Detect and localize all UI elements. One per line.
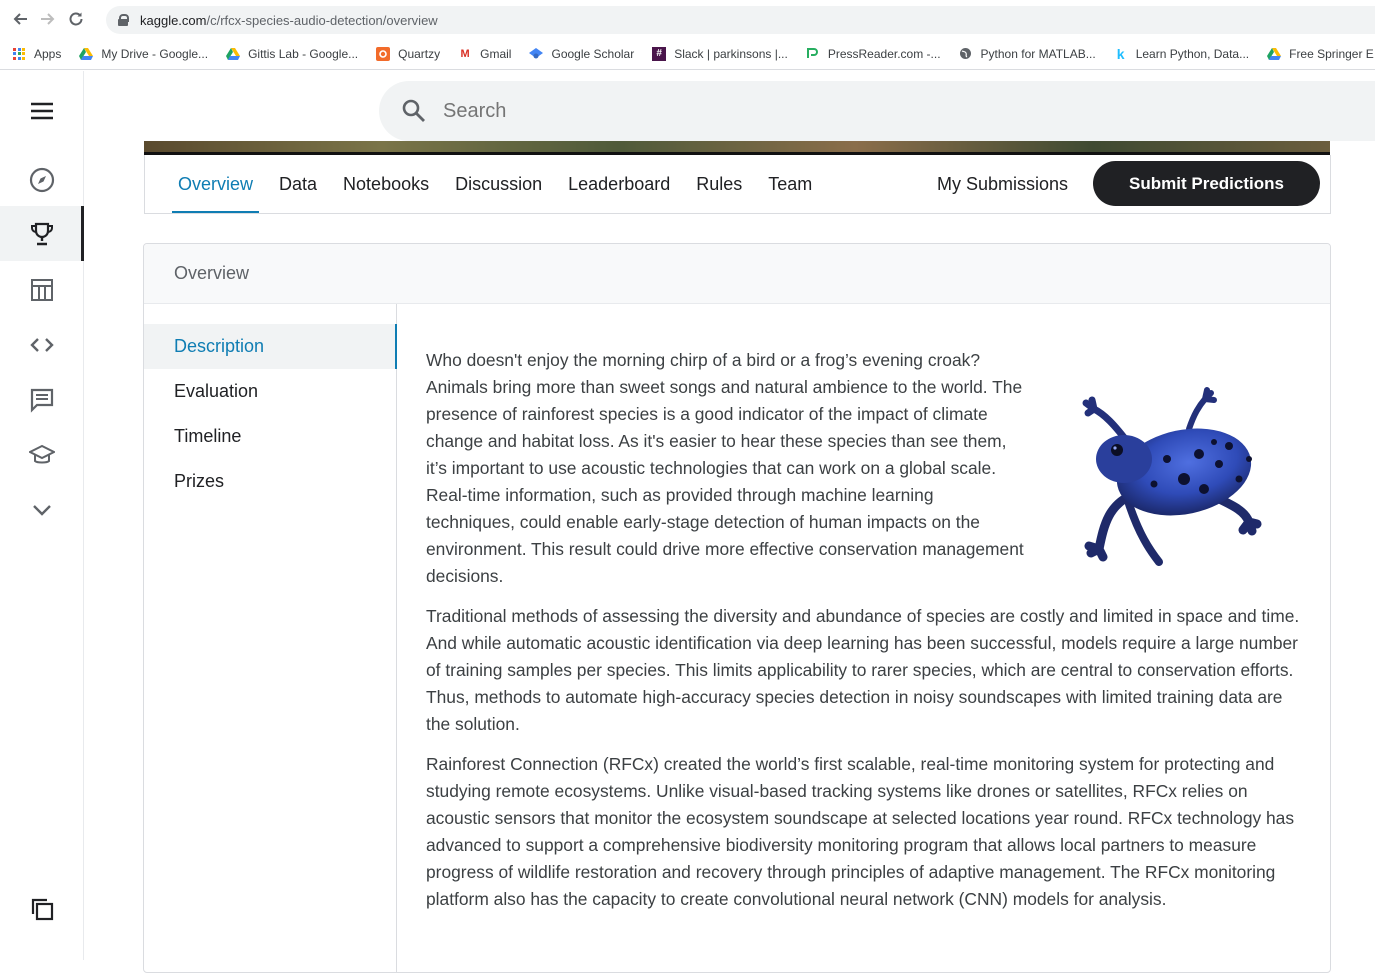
- pressreader-icon: [806, 47, 820, 61]
- tab-leaderboard[interactable]: Leaderboard: [562, 155, 676, 213]
- description-paragraph: Who doesn't enjoy the morning chirp of a…: [426, 350, 1024, 586]
- submit-predictions-button[interactable]: Submit Predictions: [1093, 161, 1320, 206]
- bookmark-gittis-lab[interactable]: Gittis Lab - Google...: [226, 47, 358, 61]
- bookmarks-bar: Apps My Drive - Google... Gittis Lab - G…: [0, 38, 1375, 70]
- scholar-icon: [529, 47, 544, 61]
- hamburger-menu-icon: [31, 102, 53, 119]
- slack-icon: #: [652, 46, 667, 61]
- competition-tabs: Overview Data Notebooks Discussion Leade…: [144, 155, 1331, 214]
- bookmark-slack[interactable]: # Slack | parkinsons |...: [652, 46, 788, 61]
- tab-overview[interactable]: Overview: [172, 155, 260, 213]
- kaggle-k-icon: k: [1116, 45, 1125, 62]
- copy-windows-icon: [31, 898, 54, 920]
- my-submissions-link[interactable]: My Submissions: [937, 155, 1068, 213]
- bookmark-pressreader[interactable]: PressReader.com -...: [806, 47, 941, 61]
- bookmark-my-drive[interactable]: My Drive - Google...: [79, 47, 208, 61]
- google-drive-icon: [226, 47, 241, 61]
- trophy-icon: [31, 222, 53, 245]
- nav-datasets[interactable]: [0, 262, 84, 317]
- reload-icon[interactable]: [62, 5, 90, 33]
- compass-icon: [29, 167, 55, 192]
- bookmark-quartzy[interactable]: Quartzy: [376, 46, 440, 61]
- nav-courses[interactable]: [0, 427, 84, 482]
- side-nav-evaluation[interactable]: Evaluation: [144, 369, 396, 414]
- google-drive-icon: [79, 47, 94, 61]
- side-nav-prizes[interactable]: Prizes: [144, 459, 396, 504]
- table-icon: [31, 278, 53, 301]
- url-text: kaggle.com/c/rfcx-species-audio-detectio…: [140, 12, 438, 28]
- description-paragraph: Rainforest Connection (RFCx) created the…: [426, 754, 1295, 909]
- nav-code[interactable]: [0, 317, 84, 372]
- left-navigation-rail: [0, 71, 84, 960]
- site-search[interactable]: [379, 81, 1375, 141]
- bookmark-learn-python[interactable]: k Learn Python, Data...: [1114, 45, 1249, 62]
- blue-poison-dart-frog-image: [1082, 387, 1262, 566]
- lock-icon: [118, 14, 129, 26]
- nav-explore[interactable]: [0, 152, 84, 207]
- google-drive-icon: [1267, 47, 1282, 61]
- quartzy-icon: [376, 46, 391, 61]
- side-nav-timeline[interactable]: Timeline: [144, 414, 396, 459]
- nav-more[interactable]: [0, 482, 84, 537]
- back-arrow-icon[interactable]: [6, 5, 34, 33]
- code-brackets-icon: [30, 337, 54, 352]
- tab-rules[interactable]: Rules: [690, 155, 748, 213]
- overview-heading: Overview: [144, 244, 1330, 304]
- side-nav-description[interactable]: Description: [144, 324, 397, 369]
- search-icon: [402, 99, 425, 122]
- competition-banner-image: [144, 141, 1330, 155]
- globe-icon: [959, 47, 973, 61]
- chevron-down-icon: [33, 504, 51, 516]
- nav-discussion[interactable]: [0, 372, 84, 427]
- tab-discussion[interactable]: Discussion: [449, 155, 548, 213]
- overview-card: Overview Description Evaluation Timeline…: [143, 243, 1331, 973]
- nav-recent[interactable]: [0, 881, 84, 936]
- menu-button[interactable]: [0, 83, 84, 138]
- tab-data[interactable]: Data: [273, 155, 323, 213]
- bookmark-google-scholar[interactable]: Google Scholar: [529, 47, 634, 61]
- browser-toolbar: kaggle.com/c/rfcx-species-audio-detectio…: [0, 0, 1375, 38]
- tab-team[interactable]: Team: [762, 155, 818, 213]
- gmail-icon: M: [460, 47, 470, 60]
- address-bar[interactable]: kaggle.com/c/rfcx-species-audio-detectio…: [106, 6, 1375, 34]
- overview-side-nav: Description Evaluation Timeline Prizes: [144, 304, 397, 972]
- nav-competitions[interactable]: [0, 206, 84, 261]
- graduation-cap-icon: [29, 444, 55, 463]
- bookmark-apps[interactable]: Apps: [12, 47, 61, 61]
- bookmark-free-springer[interactable]: Free Springer E: [1267, 47, 1374, 61]
- apps-grid-icon: [12, 47, 26, 61]
- bookmark-gmail[interactable]: M Gmail: [458, 47, 512, 61]
- bookmark-python-matlab[interactable]: Python for MATLAB...: [959, 47, 1096, 61]
- forward-arrow-icon[interactable]: [34, 5, 62, 33]
- comment-icon: [30, 388, 54, 413]
- description-paragraph: Traditional methods of assessing the div…: [426, 606, 1300, 734]
- search-input[interactable]: [443, 99, 1143, 123]
- tab-notebooks[interactable]: Notebooks: [337, 155, 435, 213]
